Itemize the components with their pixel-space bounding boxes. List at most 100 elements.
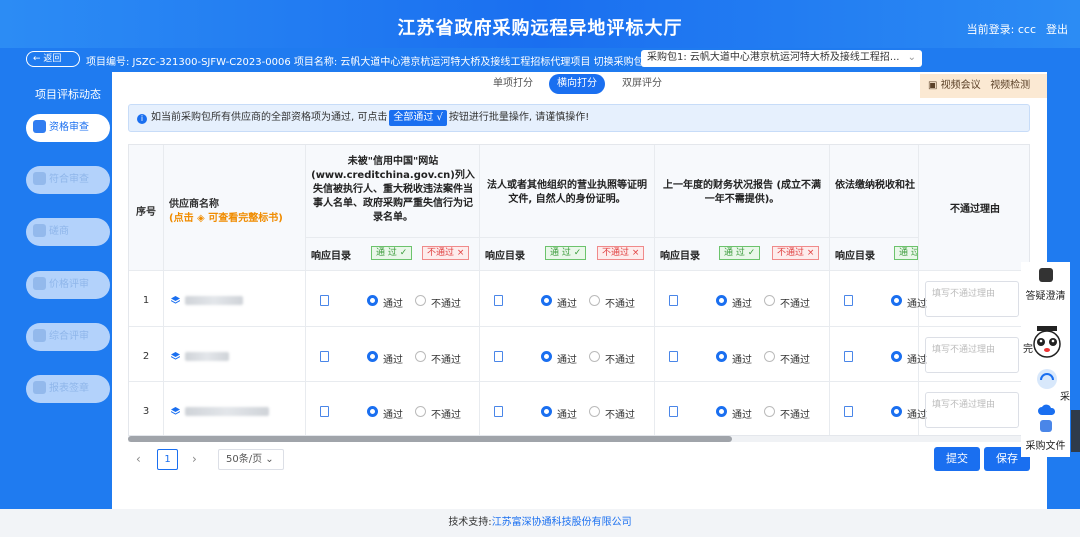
- fail-radio[interactable]: [589, 295, 600, 306]
- evaluation-table: 序号 供应商名称 (点击 ◈ 可查看完整标书) 未被"信用中国"网站(www.c…: [128, 144, 1030, 436]
- supplier-name-redacted[interactable]: [185, 296, 243, 305]
- side-tab[interactable]: [1071, 410, 1080, 452]
- pass-label: 通过: [732, 355, 752, 366]
- batch-fail-tag[interactable]: 不通过 ×: [597, 246, 645, 260]
- pass-label: 通过: [907, 355, 927, 366]
- page-size-select[interactable]: 50条/页 ⌄: [218, 449, 284, 470]
- fail-label: 不通过: [431, 299, 461, 310]
- tab-single-score[interactable]: 单项打分: [481, 74, 545, 94]
- pass-radio[interactable]: [891, 295, 902, 306]
- batch-fail-tag[interactable]: 不通过 ×: [772, 246, 820, 260]
- supplier-name-redacted[interactable]: [185, 352, 229, 361]
- logout-link[interactable]: 登出: [1046, 21, 1068, 37]
- fail-radio[interactable]: [764, 295, 775, 306]
- response-dir-header: 响应目录: [485, 251, 525, 262]
- response-dir-icon[interactable]: [844, 406, 853, 417]
- pass-radio[interactable]: [367, 295, 378, 306]
- sidebar-item-price[interactable]: 价格评审: [26, 271, 110, 299]
- batch-fail-tag[interactable]: 不通过 ×: [422, 246, 470, 260]
- headset-icon[interactable]: [1036, 368, 1058, 390]
- fail-label: 不通过: [605, 410, 635, 421]
- fail-radio[interactable]: [415, 351, 426, 362]
- pass-label: 通过: [383, 355, 403, 366]
- fail-radio[interactable]: [589, 351, 600, 362]
- fail-label: 不通过: [605, 355, 635, 366]
- footer-company-link[interactable]: 江苏富深协通科技股份有限公司: [492, 517, 632, 528]
- submit-button[interactable]: 提交: [934, 447, 980, 471]
- response-dir-icon[interactable]: [320, 406, 329, 417]
- info-icon: i: [137, 114, 147, 124]
- sidebar-item-negotiation[interactable]: 磋商: [26, 218, 110, 246]
- response-dir-icon[interactable]: [494, 406, 503, 417]
- response-dir-icon[interactable]: [494, 351, 503, 362]
- pass-radio[interactable]: [541, 295, 552, 306]
- qa-button[interactable]: 答疑澄清: [1021, 268, 1070, 302]
- pass-label: 通过: [732, 410, 752, 421]
- tab-dual-screen[interactable]: 双屏评分: [611, 74, 673, 94]
- pass-label: 通过: [557, 410, 577, 421]
- pass-radio[interactable]: [716, 351, 727, 362]
- pass-radio[interactable]: [716, 406, 727, 417]
- pass-radio[interactable]: [891, 406, 902, 417]
- criterion-finance: 上一年度的财务状况报告 (成立不满一年不需提供)。: [662, 180, 822, 205]
- scrollbar-thumb[interactable]: [128, 436, 732, 442]
- bid-doc-icon[interactable]: [171, 296, 180, 305]
- fail-radio[interactable]: [415, 406, 426, 417]
- batch-pass-tag[interactable]: 通 过 ✓: [371, 246, 413, 260]
- bid-doc-icon[interactable]: [171, 352, 180, 361]
- pass-radio[interactable]: [716, 295, 727, 306]
- response-dir-icon[interactable]: [669, 406, 678, 417]
- pass-label: 通过: [907, 410, 927, 421]
- back-button[interactable]: ← 返回: [26, 51, 80, 67]
- batch-pass-tag[interactable]: 通 过 ✓: [545, 246, 587, 260]
- reason-input[interactable]: 填写不通过理由: [925, 337, 1019, 373]
- main-panel: 单项打分 横向打分 双屏评分 ▣ 视频会议 视频检测 i 如当前采购包所有供应商的…: [112, 72, 1047, 509]
- pass-label: 通过: [732, 299, 752, 310]
- pass-radio[interactable]: [541, 351, 552, 362]
- pass-radio[interactable]: [367, 406, 378, 417]
- reason-input[interactable]: 填写不通过理由: [925, 281, 1019, 317]
- fail-radio[interactable]: [764, 351, 775, 362]
- fail-radio[interactable]: [764, 406, 775, 417]
- response-dir-icon[interactable]: [669, 295, 678, 306]
- reason-input[interactable]: 填写不通过理由: [925, 392, 1019, 428]
- response-dir-icon[interactable]: [669, 351, 678, 362]
- response-dir-icon[interactable]: [320, 351, 329, 362]
- video-meeting-button[interactable]: ▣ 视频会议: [928, 80, 981, 91]
- supplier-name-redacted[interactable]: [185, 407, 269, 416]
- fail-radio[interactable]: [415, 295, 426, 306]
- sidebar-item-compliance[interactable]: 符合审查: [26, 166, 110, 194]
- batch-pass-tag[interactable]: 通 过 ✓: [719, 246, 761, 260]
- page-number[interactable]: 1: [157, 449, 178, 470]
- pass-label: 通过: [557, 299, 577, 310]
- package-select[interactable]: 采购包1: 云帆大道中心港京杭运河特大桥及接线工程招... ⌄: [641, 50, 922, 67]
- response-dir-icon[interactable]: [494, 295, 503, 306]
- all-pass-button[interactable]: 全部通过 √: [389, 110, 447, 126]
- pass-radio[interactable]: [891, 351, 902, 362]
- next-page-icon[interactable]: ›: [192, 452, 197, 466]
- supplier-hint-2: 可查看完整标书): [208, 213, 283, 224]
- fail-label: 不通过: [605, 299, 635, 310]
- project-info-bar: ← 返回 项目编号: JSZC-321300-SJFW-C2023-0006 项…: [0, 48, 1080, 70]
- cloud-icon[interactable]: [1038, 402, 1056, 420]
- video-detect-button[interactable]: 视频检测: [990, 80, 1030, 91]
- sidebar-title: 项目评标动态: [35, 88, 101, 101]
- sidebar-item-report[interactable]: 报表签章: [26, 375, 110, 403]
- col-supplier-header: 供应商名称: [169, 199, 219, 210]
- sidebar-item-overall[interactable]: 综合评审: [26, 323, 110, 351]
- question-icon: [1038, 268, 1053, 282]
- pass-radio[interactable]: [541, 406, 552, 417]
- purchase-files-button[interactable]: 采购文件: [1021, 420, 1070, 452]
- batch-pass-tag[interactable]: 通 过 ✓: [894, 246, 918, 260]
- bid-doc-icon[interactable]: [171, 407, 180, 416]
- tab-horizontal-score[interactable]: 横向打分: [549, 74, 605, 94]
- response-dir-icon[interactable]: [844, 351, 853, 362]
- sidebar-item-qualification[interactable]: 资格审查: [26, 114, 110, 142]
- fail-radio[interactable]: [589, 406, 600, 417]
- row-seq: 2: [142, 351, 150, 362]
- sidebar-item-label: 磋商: [49, 226, 69, 237]
- prev-page-icon[interactable]: ‹: [136, 452, 141, 466]
- response-dir-icon[interactable]: [844, 295, 853, 306]
- response-dir-icon[interactable]: [320, 295, 329, 306]
- pass-radio[interactable]: [367, 351, 378, 362]
